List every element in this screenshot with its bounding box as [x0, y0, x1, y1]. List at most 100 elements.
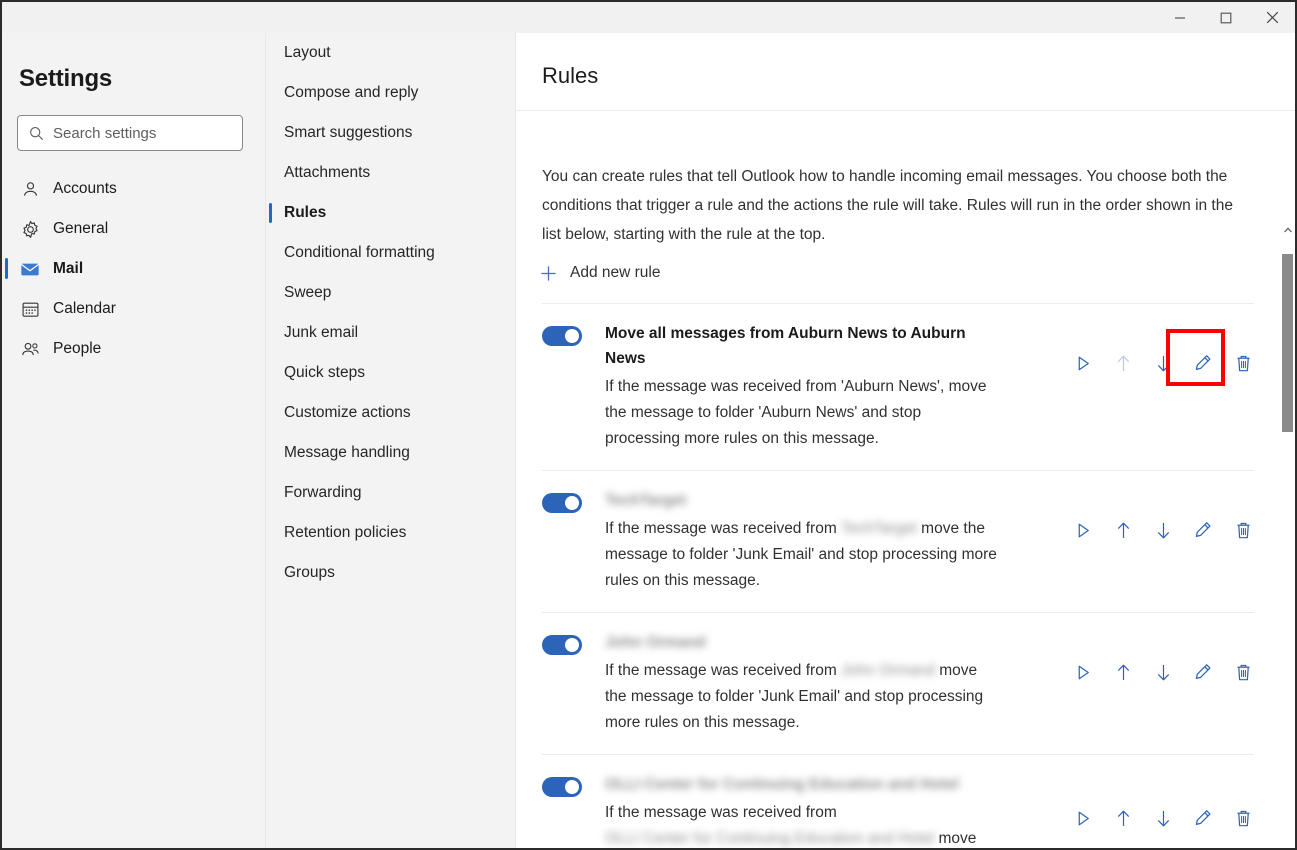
toggle-knob: [565, 638, 579, 652]
sidebar-item-accounts[interactable]: Accounts: [2, 169, 266, 209]
sidebar-item-mail[interactable]: Mail: [2, 249, 266, 289]
category-item-sweep[interactable]: Sweep: [267, 273, 516, 313]
rule-desc-prefix: If the message was received from: [605, 520, 842, 537]
sidebar-item-general[interactable]: General: [2, 209, 266, 249]
content-scrollbar[interactable]: [1280, 222, 1295, 848]
category-label: Quick steps: [284, 364, 365, 381]
category-item-retention-policies[interactable]: Retention policies: [267, 513, 516, 553]
category-item-groups[interactable]: Groups: [267, 553, 516, 593]
pencil-icon: [1195, 522, 1211, 537]
toggle-knob: [565, 780, 579, 794]
play-icon: [1078, 356, 1089, 370]
category-item-smart-suggestions[interactable]: Smart suggestions: [267, 113, 516, 153]
gear-icon: [20, 219, 40, 239]
run-rule-button[interactable]: [1072, 519, 1094, 541]
table-row: John Ormand If the message was received …: [542, 612, 1254, 754]
rules-content-pane: Rules You can create rules that tell Out…: [516, 33, 1295, 848]
edit-rule-button[interactable]: [1192, 519, 1214, 541]
people-icon: [20, 339, 40, 359]
move-rule-up-button[interactable]: [1112, 519, 1134, 541]
edit-rule-button[interactable]: [1192, 661, 1214, 683]
sidebar-item-label: Accounts: [53, 180, 117, 197]
category-item-compose-and-reply[interactable]: Compose and reply: [267, 73, 516, 113]
run-rule-button[interactable]: [1072, 352, 1094, 374]
move-rule-down-button[interactable]: [1152, 519, 1174, 541]
move-rule-down-button[interactable]: [1152, 661, 1174, 683]
trash-icon: [1236, 664, 1250, 680]
rule-title: TechTarget: [605, 488, 1000, 513]
maximize-button[interactable]: [1203, 2, 1249, 33]
category-item-junk-email[interactable]: Junk email: [267, 313, 516, 353]
table-row: TechTarget If the message was received f…: [542, 470, 1254, 612]
category-label: Layout: [284, 44, 331, 61]
category-label: Sweep: [284, 284, 332, 301]
rule-actions: [1072, 661, 1254, 683]
delete-rule-button[interactable]: [1232, 519, 1254, 541]
plus-icon: [541, 265, 556, 281]
category-list: Layout Compose and reply Smart suggestio…: [267, 33, 516, 593]
add-new-rule-button[interactable]: Add new rule: [540, 264, 660, 282]
run-rule-button[interactable]: [1072, 661, 1094, 683]
page-title: Rules: [542, 63, 599, 88]
category-label: Retention policies: [284, 524, 407, 541]
rule-enabled-toggle[interactable]: [542, 635, 582, 655]
move-rule-up-button[interactable]: [1112, 807, 1134, 829]
category-label: Conditional formatting: [284, 244, 435, 261]
arrow-up-icon: [1117, 664, 1129, 680]
redacted-rule-title: OLLI Center for Continuing Education and…: [605, 776, 959, 793]
delete-rule-button[interactable]: [1232, 661, 1254, 683]
category-item-customize-actions[interactable]: Customize actions: [267, 393, 516, 433]
calendar-icon: [20, 299, 40, 319]
search-settings-box[interactable]: Search settings: [17, 115, 243, 151]
rule-actions: [1072, 352, 1254, 374]
category-item-attachments[interactable]: Attachments: [267, 153, 516, 193]
run-rule-button[interactable]: [1072, 807, 1094, 829]
rule-description: If the message was received from 'Auburn…: [605, 378, 987, 447]
arrow-down-icon: [1157, 355, 1169, 371]
sidebar-item-calendar[interactable]: Calendar: [2, 289, 266, 329]
edit-rule-button[interactable]: [1192, 807, 1214, 829]
category-label: Attachments: [284, 164, 371, 181]
category-item-forwarding[interactable]: Forwarding: [267, 473, 516, 513]
rule-title: Move all messages from Auburn News to Au…: [605, 325, 966, 367]
arrow-up-icon: [1117, 522, 1129, 538]
rule-enabled-toggle[interactable]: [542, 777, 582, 797]
close-button[interactable]: [1249, 2, 1295, 33]
move-rule-up-button[interactable]: [1112, 352, 1134, 374]
pencil-icon: [1195, 664, 1211, 679]
arrow-down-icon: [1157, 810, 1169, 826]
rule-title: John Ormand: [605, 630, 1000, 655]
trash-icon: [1236, 810, 1250, 826]
content-body: You can create rules that tell Outlook h…: [516, 112, 1295, 848]
edit-rule-button[interactable]: [1192, 352, 1214, 374]
arrow-down-icon: [1157, 522, 1169, 538]
move-rule-up-button[interactable]: [1112, 661, 1134, 683]
category-item-layout[interactable]: Layout: [267, 33, 516, 73]
rule-text-block: OLLI Center for Continuing Education and…: [605, 772, 1000, 848]
category-item-message-handling[interactable]: Message handling: [267, 433, 516, 473]
minimize-button[interactable]: [1157, 2, 1203, 33]
category-item-quick-steps[interactable]: Quick steps: [267, 353, 516, 393]
delete-rule-button[interactable]: [1232, 807, 1254, 829]
scrollbar-thumb[interactable]: [1282, 254, 1293, 432]
arrow-down-icon: [1157, 664, 1169, 680]
delete-rule-button[interactable]: [1232, 352, 1254, 374]
scrollbar-up-button[interactable]: [1280, 222, 1295, 238]
redacted-sender: TechTarget: [841, 520, 917, 537]
window-titlebar: [2, 2, 1295, 33]
trash-icon: [1236, 522, 1250, 538]
sidebar-item-people[interactable]: People: [2, 329, 266, 369]
pencil-icon: [1195, 355, 1211, 370]
sidebar-item-label: Calendar: [53, 300, 116, 317]
rule-enabled-toggle[interactable]: [542, 326, 582, 346]
sidebar-item-label: Mail: [53, 260, 84, 277]
category-item-rules[interactable]: Rules: [267, 193, 516, 233]
search-icon: [30, 126, 44, 140]
category-label: Smart suggestions: [284, 124, 413, 141]
search-input[interactable]: Search settings: [53, 125, 156, 142]
rule-enabled-toggle[interactable]: [542, 493, 582, 513]
move-rule-down-button[interactable]: [1152, 807, 1174, 829]
move-rule-down-button[interactable]: [1152, 352, 1174, 374]
play-icon: [1078, 665, 1089, 679]
category-item-conditional-formatting[interactable]: Conditional formatting: [267, 233, 516, 273]
